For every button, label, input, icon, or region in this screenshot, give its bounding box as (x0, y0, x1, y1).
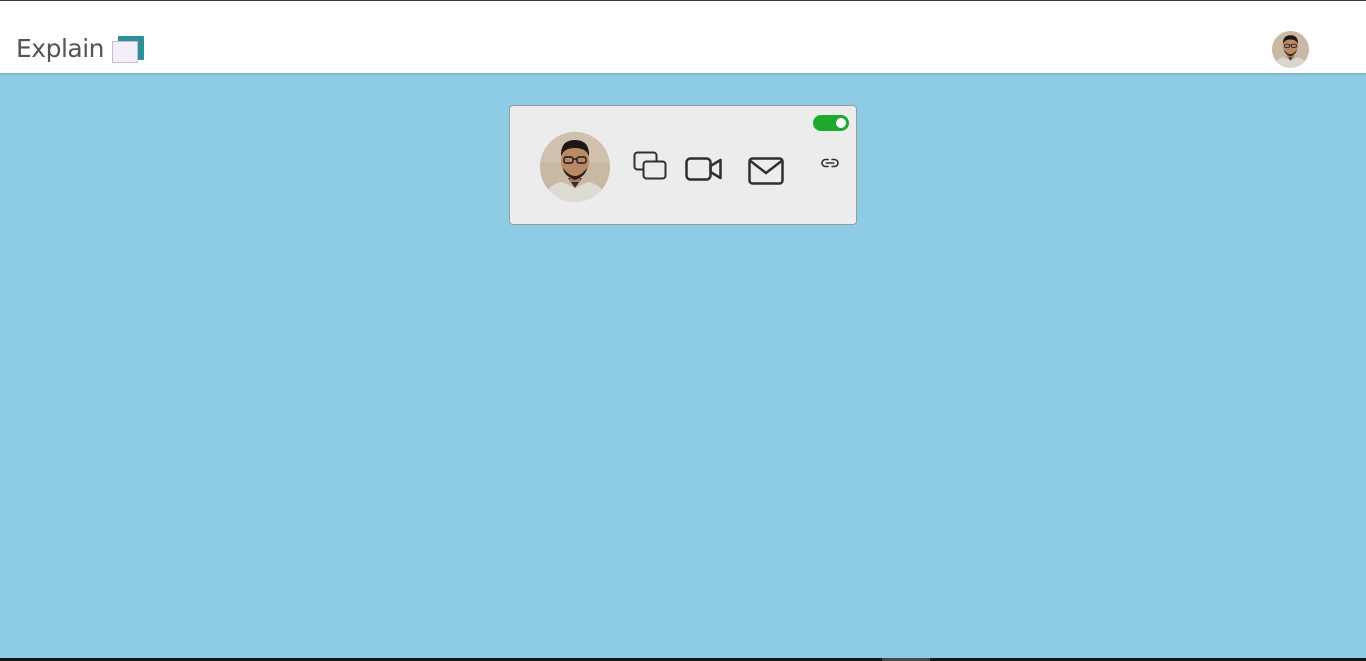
avatar-icon (540, 132, 610, 202)
chat-bubbles-icon[interactable] (633, 151, 669, 183)
video-camera-icon[interactable] (685, 154, 723, 184)
brand[interactable]: Explain (16, 31, 146, 67)
envelope-icon[interactable] (748, 156, 784, 186)
stacked-squares-logo-icon (112, 34, 146, 66)
brand-name: Explain (16, 34, 105, 63)
app-header: Explain (0, 1, 1366, 73)
link-icon[interactable] (821, 156, 839, 170)
toggle-knob (836, 118, 846, 128)
profile-card (509, 105, 857, 225)
availability-toggle[interactable] (813, 115, 849, 131)
card-user-avatar[interactable] (540, 132, 610, 202)
avatar-icon (1272, 31, 1309, 68)
logo-front-square (112, 41, 139, 63)
header-user-avatar[interactable] (1272, 31, 1309, 68)
